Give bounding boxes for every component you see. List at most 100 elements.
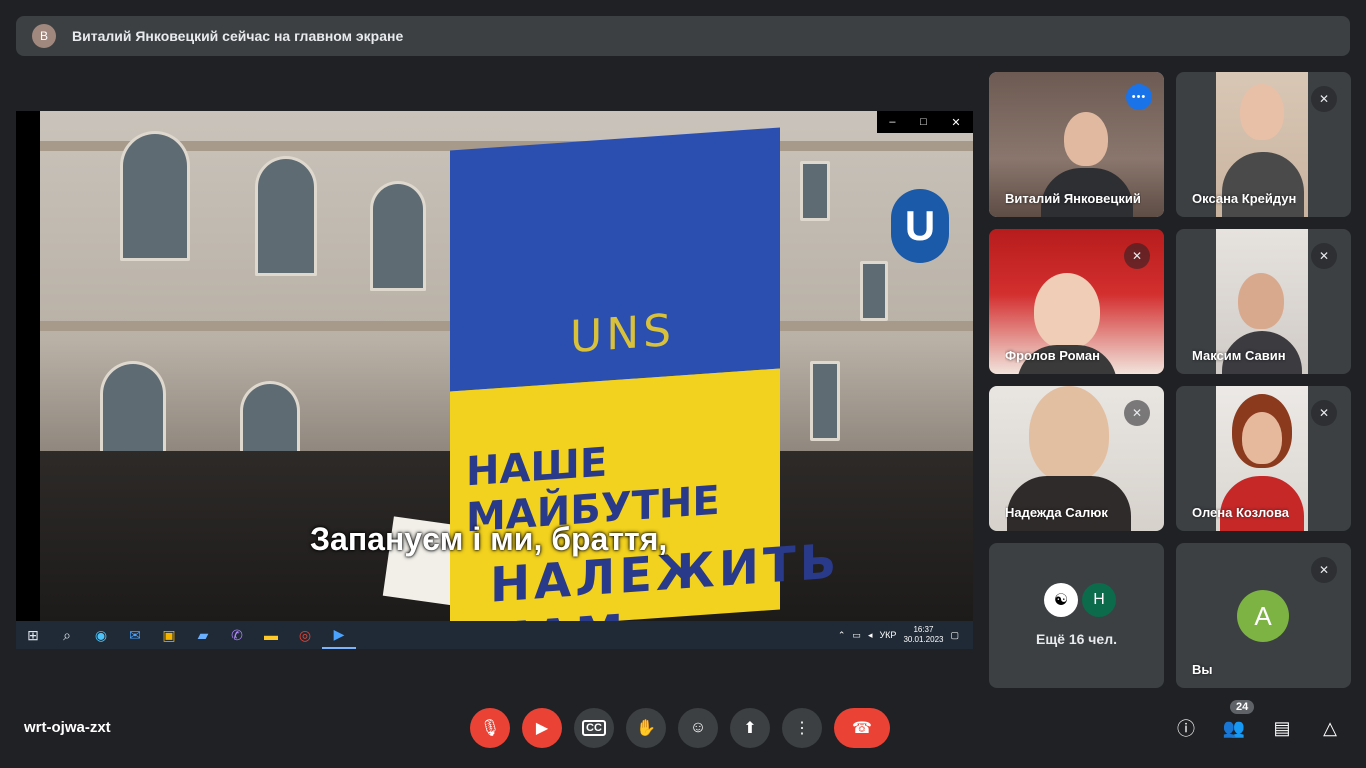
self-name: Вы [1192,662,1213,677]
participant-face [1238,273,1284,329]
building-window [860,261,888,321]
captions-icon: CC [582,720,606,736]
notification-icon[interactable]: ▢ [950,630,959,641]
participant-body [1220,476,1304,531]
participant-tile[interactable]: ✕ Максим Савин [1176,229,1351,374]
emoji-icon: ☺ [689,719,707,736]
chat-button[interactable]: ▤ [1268,708,1296,748]
clock-date: 30.01.2023 [903,635,944,644]
edge-browser-icon[interactable]: ◉ [84,621,118,649]
minimize-button[interactable]: – [889,116,895,128]
presentation-banner: В Виталий Янковецкий сейчас на главном э… [16,16,1350,56]
participant-avatar: Н [1082,583,1116,617]
participant-count-badge: 24 [1230,700,1255,714]
network-icon[interactable]: ▭ [852,630,861,641]
participant-face [1064,112,1108,166]
shared-screen: U UNS НАШЕ МАЙБУТНЕ НАЛЕЖИТЬ НАМ Запанує… [16,111,973,649]
shared-video: U UNS НАШЕ МАЙБУТНЕ НАЛЕЖИТЬ НАМ Запанує… [40,111,973,621]
participant-tile[interactable]: ••• Виталий Янковецкий [989,72,1164,217]
hand-icon: ✋ [636,720,656,737]
keyboard-language[interactable]: УКР [879,630,896,640]
leave-call-button[interactable]: ☎ [834,708,890,748]
self-avatar: А [1237,590,1289,642]
volume-icon[interactable]: ◂ [868,630,873,641]
file-explorer-icon[interactable]: ▬ [254,621,288,649]
participant-face [1240,84,1284,140]
mic-off-icon: ✕ [1124,243,1150,269]
present-screen-button[interactable]: ⬆ [730,708,770,748]
hang-up-icon: ☎ [852,720,872,737]
people-icon: 👥 [1222,717,1246,738]
mic-off-icon: ✕ [1311,557,1337,583]
raise-hand-button[interactable]: ✋ [626,708,666,748]
participant-body [1007,476,1131,531]
media-player-icon[interactable]: ▶ [322,621,356,649]
side-controls: ⓘ 24 👥 ▤ △ [1172,700,1344,748]
mic-off-icon: ✕ [1311,243,1337,269]
meeting-code: wrt-ojwa-zxt [24,719,111,736]
camera-off-button[interactable]: ▶ [522,708,562,748]
yin-yang-avatar-icon: ☯ [1044,583,1078,617]
participant-tile[interactable]: ✕ Оксана Крейдун [1176,72,1351,217]
more-vert-icon: ⋮ [794,720,810,737]
clock-time: 16:37 [913,625,934,634]
participant-face [1034,273,1100,349]
building-window [370,181,426,291]
more-participants-avatars: ☯ Н [1044,583,1116,617]
building-window [810,361,840,441]
search-icon[interactable]: ⌕ [50,621,84,649]
mic-off-icon: ✕ [1311,86,1337,112]
maximize-button[interactable]: □ [920,116,927,128]
building-window [800,161,830,221]
participant-name: Оксана Крейдун [1192,191,1297,206]
participant-tile[interactable]: ✕ Олена Козлова [1176,386,1351,531]
participant-name: Фролов Роман [1005,348,1100,363]
building-window [120,131,190,261]
mail-icon[interactable]: ✉ [118,621,152,649]
participant-body [1222,152,1304,217]
meeting-details-button[interactable]: ⓘ [1172,708,1200,748]
photos-icon[interactable]: ▰ [186,621,220,649]
chat-icon: ▤ [1273,717,1291,738]
window-controls: – □ ✕ [877,111,973,133]
participant-name: Олена Козлова [1192,505,1290,520]
more-participants-label: Ещё 16 чел. [1036,631,1117,647]
viber-icon[interactable]: ✆ [220,621,254,649]
participant-tile[interactable]: ✕ Фролов Роман [989,229,1164,374]
system-tray: ⌃ ▭ ◂ УКР 16:37 30.01.2023 ▢ [838,625,973,645]
participant-name: Максим Савин [1192,348,1286,363]
windows-taskbar: ⊞ ⌕ ◉ ✉ ▣ ▰ ✆ ▬ ◎ ▶ ⌃ ▭ ◂ УКР 16:37 30.0… [16,621,973,649]
participant-name: Надежда Салюк [1005,505,1108,520]
info-icon: ⓘ [1177,719,1195,739]
people-button[interactable]: 24 👥 [1220,700,1255,748]
system-clock[interactable]: 16:37 30.01.2023 [903,625,943,645]
presenter-avatar: В [32,24,56,48]
speaking-indicator-icon: ••• [1126,84,1152,110]
call-controls: 🎙 ▶ CC ✋ ☺ ⬆ ⋮ ☎ [470,708,890,748]
more-participants-tile[interactable]: ☯ Н Ещё 16 чел. [989,543,1164,688]
metro-sign: U [891,189,949,263]
participant-tile[interactable]: ✕ Надежда Салюк [989,386,1164,531]
building-window [255,156,317,276]
windows-start-icon[interactable]: ⊞ [16,621,50,649]
present-icon: ⬆ [743,720,757,737]
more-options-button[interactable]: ⋮ [782,708,822,748]
chevron-up-icon[interactable]: ⌃ [838,630,846,641]
reactions-button[interactable]: ☺ [678,708,718,748]
store-icon[interactable]: ▣ [152,621,186,649]
participant-name: Виталий Янковецкий [1005,191,1141,206]
mic-off-icon: ✕ [1124,400,1150,426]
activities-icon: △ [1323,717,1337,738]
captions-button[interactable]: CC [574,708,614,748]
mic-off-icon: 🎙 [479,720,501,737]
video-subtitle: Запануєм і ми, браття, [310,521,668,557]
participant-face [1029,386,1109,482]
mic-off-icon: ✕ [1311,400,1337,426]
camera-off-icon: ▶ [535,720,549,737]
self-tile[interactable]: ✕ А Вы [1176,543,1351,688]
close-button[interactable]: ✕ [951,116,960,129]
mic-off-button[interactable]: 🎙 [470,708,510,748]
activities-button[interactable]: △ [1316,708,1344,748]
presentation-banner-text: Виталий Янковецкий сейчас на главном экр… [72,28,404,44]
chrome-icon[interactable]: ◎ [288,621,322,649]
